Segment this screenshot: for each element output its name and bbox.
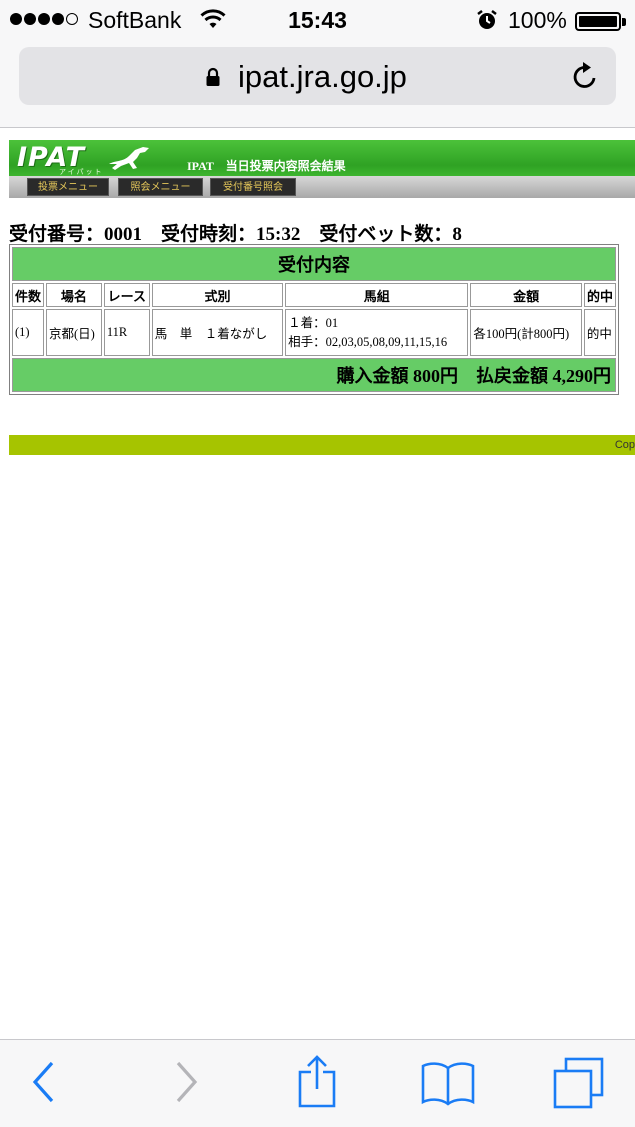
ipat-header: IPAT アイパット IPAT 当日投票内容照会結果: [9, 140, 635, 176]
status-bar: SoftBank 15:43 100%: [0, 0, 635, 40]
footer-copyright: Cop: [614, 439, 635, 451]
reload-icon[interactable]: [571, 61, 599, 96]
table-caption: 受付内容: [12, 247, 616, 281]
back-icon[interactable]: [30, 1060, 58, 1109]
cell-amount: 各100円(計800円): [470, 309, 582, 356]
footer-bar: Cop: [9, 435, 635, 455]
cell-count: (1): [12, 309, 45, 356]
browser-toolbar: [0, 1039, 635, 1127]
battery-percent: 100%: [508, 7, 567, 33]
header-combination: 馬組: [285, 283, 469, 307]
battery-icon: [575, 12, 621, 31]
table-header-row: 件数 場名 レース 式別 馬組 金額 的中: [12, 283, 616, 307]
cell-hit: 的中: [583, 309, 616, 356]
header-venue: 場名: [46, 283, 102, 307]
header-hit: 的中: [583, 283, 616, 307]
tabs-icon[interactable]: [552, 1057, 606, 1114]
cell-combination: １着：01 相手：02,03,05,08,09,11,15,16: [285, 309, 469, 356]
total-summary: 購入金額 800円 払戻金額 4,290円: [12, 358, 616, 392]
header-count: 件数: [12, 283, 45, 307]
combination-first: １着：01: [288, 315, 339, 330]
menu-bar: 投票メニュー 照会メニュー 受付番号照会: [9, 176, 635, 198]
address-bar[interactable]: ipat.jra.go.jp: [19, 47, 616, 105]
page-title: IPAT 当日投票内容照会結果: [187, 159, 346, 173]
table-row: (1) 京都(日) 11R 馬 単 １着ながし １着：01 相手：02,03,0…: [12, 309, 616, 356]
header-bet-type: 式別: [151, 283, 284, 307]
vote-menu-button[interactable]: 投票メニュー: [27, 178, 109, 196]
browser-address-area: ipat.jra.go.jp: [0, 40, 635, 128]
header-race: レース: [103, 283, 150, 307]
header-amount: 金額: [470, 283, 582, 307]
receipt-summary: 受付番号：0001 受付時刻：15:32 受付ベット数：8: [9, 224, 462, 245]
share-icon[interactable]: [296, 1054, 338, 1113]
horse-logo-icon: [107, 144, 151, 177]
bookmarks-icon[interactable]: [420, 1060, 476, 1113]
alarm-icon: [476, 9, 498, 36]
cell-race: 11R: [103, 309, 150, 356]
cell-venue: 京都(日): [46, 309, 102, 356]
url-text: ipat.jra.go.jp: [238, 59, 407, 94]
inquiry-menu-button[interactable]: 照会メニュー: [118, 178, 203, 196]
receipt-number-inquiry-button[interactable]: 受付番号照会: [210, 178, 296, 196]
combination-partners: 相手：02,03,05,08,09,11,15,16: [288, 334, 448, 349]
forward-icon[interactable]: [172, 1060, 200, 1109]
result-table: 受付内容 件数 場名 レース 式別 馬組 金額 的中 (1) 京都(日) 11R…: [9, 244, 619, 395]
cell-bet-type: 馬 単 １着ながし: [151, 309, 284, 356]
